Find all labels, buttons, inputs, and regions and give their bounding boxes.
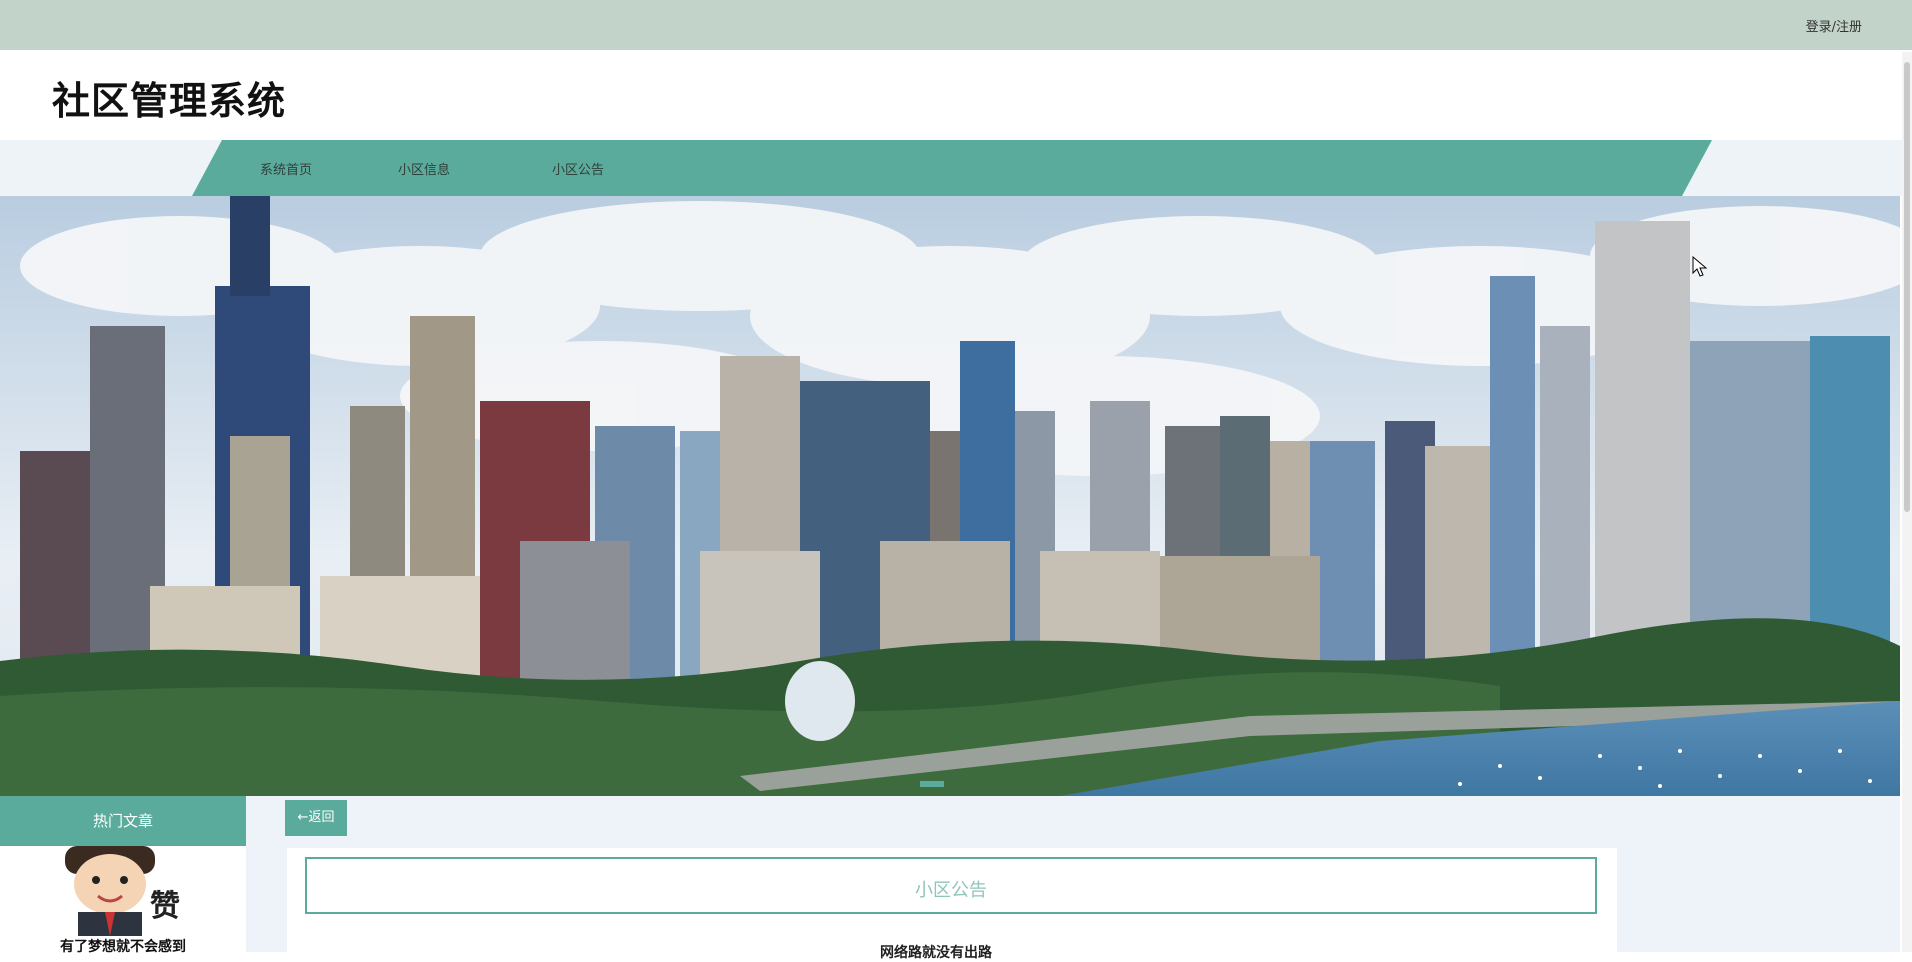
mouse-cursor-icon	[1692, 255, 1708, 282]
section-title: 小区公告	[915, 880, 987, 901]
scrollbar-thumb[interactable]	[1904, 62, 1910, 512]
nav-item-community-info[interactable]: 小区信息	[398, 159, 450, 178]
nav-item-announcements[interactable]: 小区公告	[552, 159, 604, 178]
svg-text:赞: 赞	[150, 889, 180, 924]
cartoon-avatar-icon: 赞	[65, 846, 180, 936]
top-bar: 登录/注册	[0, 0, 1912, 50]
login-register-link[interactable]: 登录/注册	[1806, 16, 1862, 35]
sidebar-article[interactable]: 赞 有了梦想就不会感到	[0, 846, 246, 955]
main-nav: 系统首页 小区信息 小区公告	[192, 140, 1712, 196]
article-title: 网络路就没有出路	[880, 945, 992, 961]
section-title-box: 小区公告	[305, 857, 1597, 914]
site-title: 社区管理系统	[52, 79, 287, 123]
back-button[interactable]: ←返回	[285, 800, 347, 836]
article-caption[interactable]: 有了梦想就不会感到	[0, 936, 246, 956]
sidebar-title: 热门文章	[0, 796, 246, 846]
hero-banner-image	[0, 196, 1900, 796]
nav-item-home[interactable]: 系统首页	[260, 159, 312, 178]
page-scrollbar[interactable]	[1902, 52, 1912, 952]
